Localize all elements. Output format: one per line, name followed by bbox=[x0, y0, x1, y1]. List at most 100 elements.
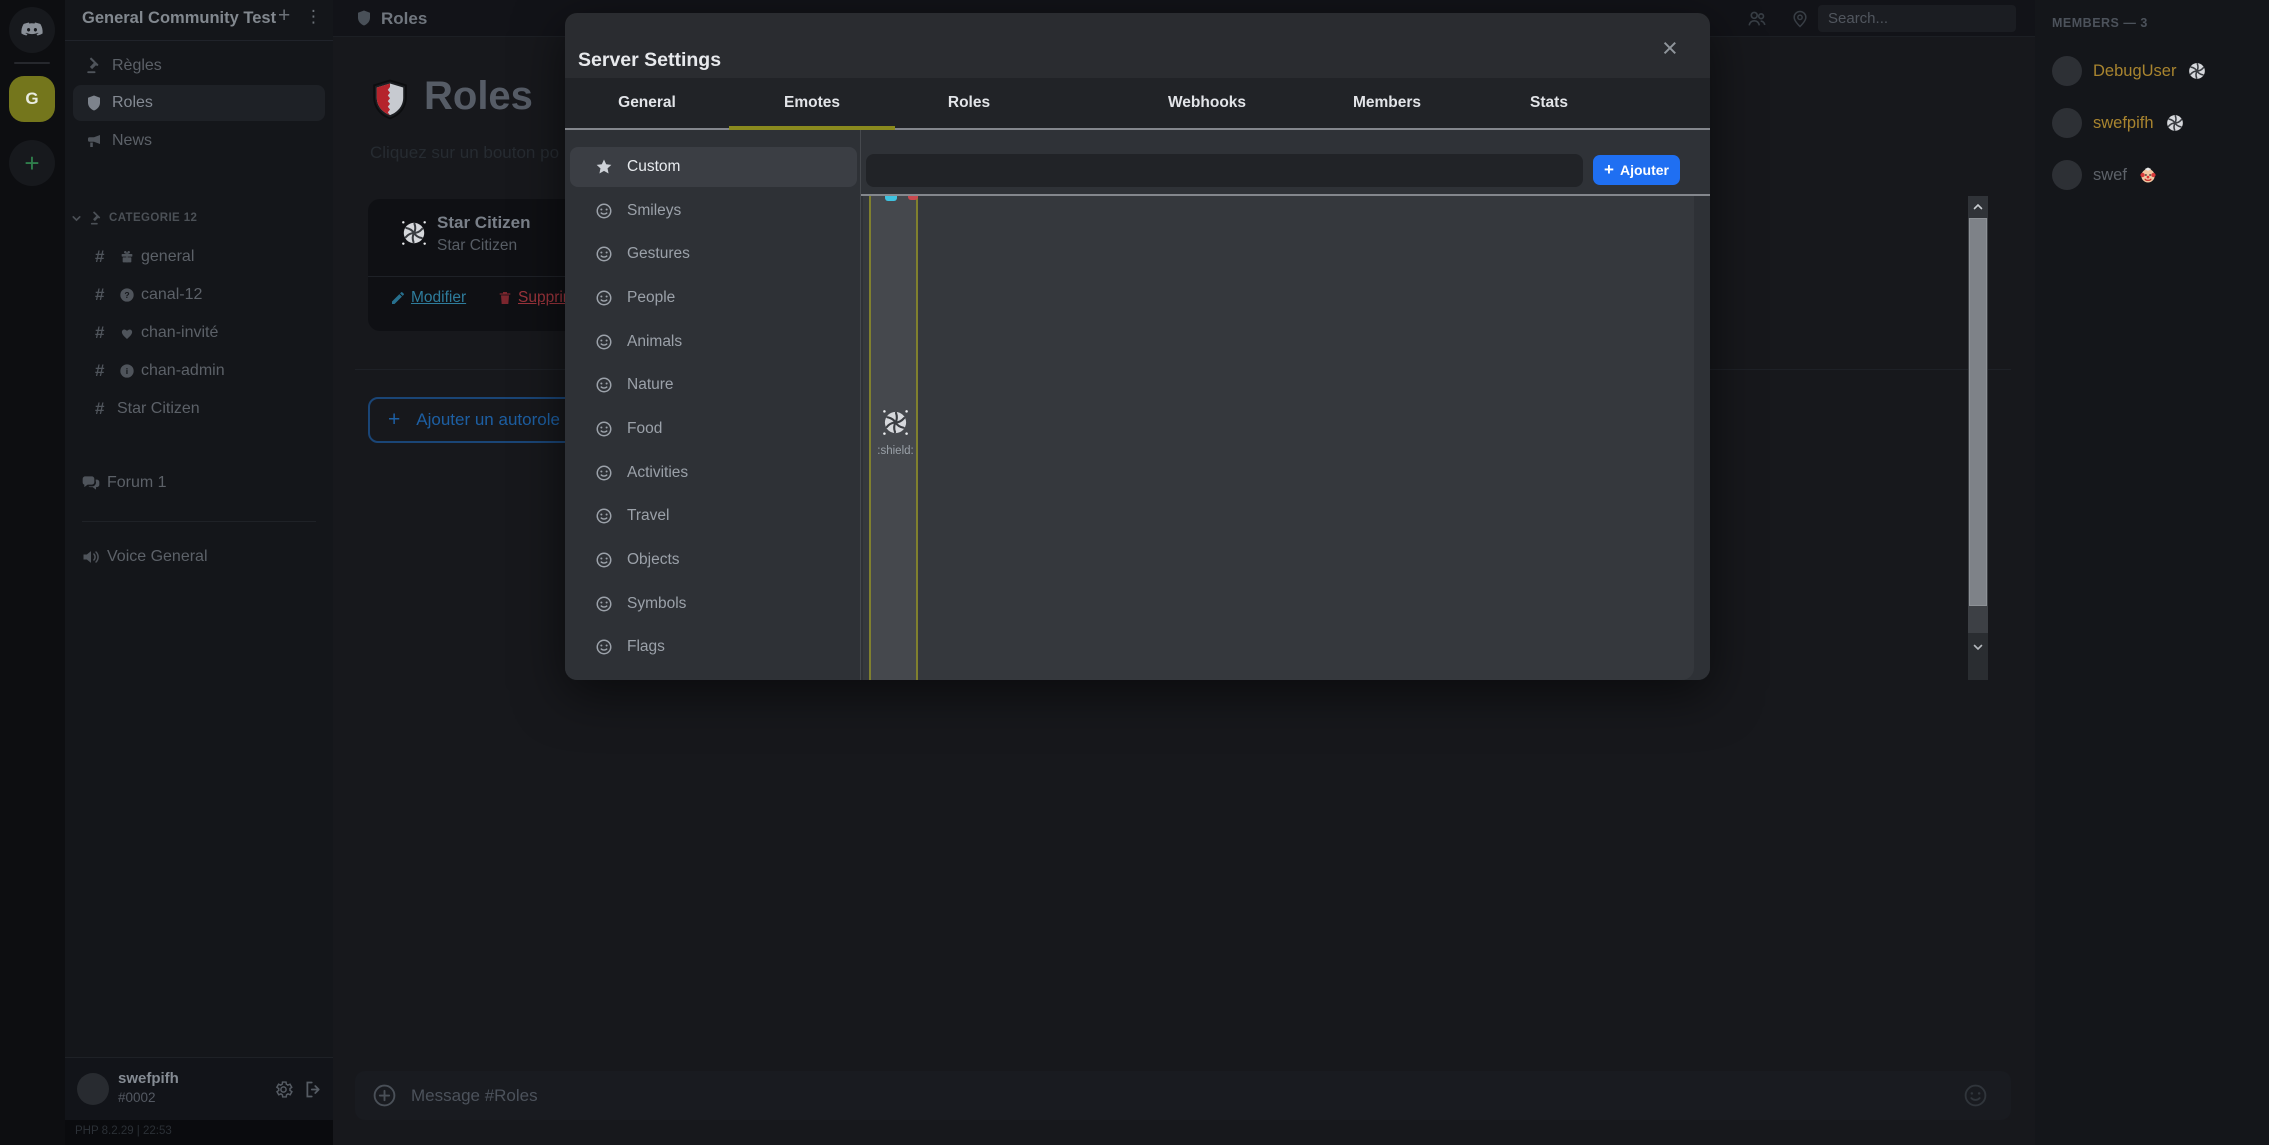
emoji-category-symbols[interactable]: Symbols bbox=[570, 584, 857, 624]
avatar bbox=[2052, 108, 2082, 138]
emoji-category-activities[interactable]: Activities bbox=[570, 453, 857, 493]
plus-icon: + bbox=[388, 408, 400, 432]
emote-column: :shield: bbox=[869, 196, 918, 680]
smiley-icon bbox=[595, 595, 613, 613]
add-server-button[interactable]: + bbox=[9, 140, 55, 186]
emoji-category-travel[interactable]: Travel bbox=[570, 496, 857, 536]
search-input[interactable] bbox=[1818, 5, 2016, 32]
emoji-category-custom[interactable]: Custom bbox=[570, 147, 857, 187]
category-label: Gestures bbox=[627, 245, 690, 263]
panel-divider bbox=[860, 130, 861, 680]
page-description: Cliquez sur un bouton po bbox=[370, 143, 559, 163]
emoji-category-gestures[interactable]: Gestures bbox=[570, 234, 857, 274]
member-row[interactable]: swef bbox=[2052, 158, 2260, 192]
sidebar-item-canal-12[interactable]: # ? canal-12 bbox=[73, 277, 325, 313]
channel-sidebar: General Community Test + ⋮ Règles Roles … bbox=[65, 0, 333, 1145]
sidebar-item-chan-invite[interactable]: # chan-invité bbox=[73, 315, 325, 351]
smiley-icon bbox=[595, 551, 613, 569]
tab-stats[interactable]: Stats bbox=[1530, 94, 1568, 112]
sidebar-item-voice-general[interactable]: Voice General bbox=[73, 538, 325, 576]
emoji-category-people[interactable]: People bbox=[570, 278, 857, 318]
hash-icon: # bbox=[95, 285, 113, 305]
category-label: People bbox=[627, 289, 675, 307]
chevron-down-icon bbox=[70, 212, 83, 225]
logout-icon[interactable] bbox=[303, 1079, 324, 1100]
home-button[interactable] bbox=[9, 7, 55, 53]
avatar bbox=[2052, 56, 2082, 86]
message-input[interactable] bbox=[411, 1079, 1891, 1112]
emoji-category-animals[interactable]: Animals bbox=[570, 322, 857, 362]
gear-icon[interactable] bbox=[273, 1079, 294, 1100]
category-label: Food bbox=[627, 420, 662, 438]
smiley-icon bbox=[595, 333, 613, 351]
sidebar-item-news[interactable]: News bbox=[73, 123, 325, 159]
emote-cell-shield[interactable]: :shield: bbox=[871, 409, 920, 457]
emote-label: :shield: bbox=[871, 445, 920, 457]
discord-logo-icon bbox=[18, 16, 46, 44]
sidebar-divider bbox=[82, 521, 316, 522]
server-icon-general-community[interactable]: G bbox=[9, 76, 55, 122]
emoji-category-nature[interactable]: Nature bbox=[570, 365, 857, 405]
modal-tab-bar: General Emotes Roles Webhooks Members St… bbox=[565, 78, 1710, 130]
category-label: CATEGORIE 12 bbox=[109, 212, 197, 224]
shield-emoji-icon bbox=[368, 78, 412, 122]
scrollbar-thumb[interactable] bbox=[1969, 218, 1987, 606]
emote-name-input[interactable] bbox=[866, 154, 1583, 187]
category-label: Travel bbox=[627, 507, 670, 525]
hash-icon: # bbox=[95, 399, 113, 419]
sidebar-item-star-citizen[interactable]: # Star Citizen bbox=[73, 391, 325, 427]
gavel-icon bbox=[89, 211, 104, 226]
tab-webhooks[interactable]: Webhooks bbox=[1168, 94, 1246, 112]
tab-general[interactable]: General bbox=[618, 94, 676, 112]
emoji-category-objects[interactable]: Objects bbox=[570, 540, 857, 580]
category-label: Smileys bbox=[627, 202, 681, 220]
sidebar-item-chan-admin[interactable]: # i chan-admin bbox=[73, 353, 325, 389]
emoji-category-smileys[interactable]: Smileys bbox=[570, 191, 857, 231]
emoji-category-flags[interactable]: Flags bbox=[570, 627, 857, 667]
server-menu-icon[interactable]: ⋮ bbox=[305, 7, 322, 27]
channel-label: News bbox=[112, 132, 152, 150]
rail-divider bbox=[14, 62, 50, 64]
scrollbar[interactable] bbox=[1968, 196, 1988, 680]
sidebar-item-roles[interactable]: Roles bbox=[73, 85, 325, 121]
tab-emotes[interactable]: Emotes bbox=[784, 94, 840, 112]
sidebar-item-general[interactable]: # general bbox=[73, 239, 325, 275]
sidebar-item-regles[interactable]: Règles bbox=[73, 48, 325, 84]
edit-role-link[interactable]: Modifier bbox=[390, 289, 466, 307]
channel-title: Roles bbox=[381, 9, 427, 29]
pinwheel-emote-icon bbox=[401, 220, 427, 246]
heart-icon bbox=[119, 325, 135, 341]
members-sidebar: MEMBERS — 3 DebugUser swefpifh swef bbox=[2035, 0, 2269, 1145]
member-row[interactable]: DebugUser bbox=[2052, 54, 2260, 88]
close-icon[interactable]: × bbox=[1662, 35, 1678, 62]
emoji-category-food[interactable]: Food bbox=[570, 409, 857, 449]
user-panel: swefpifh #0002 bbox=[65, 1057, 333, 1120]
smiley-icon bbox=[595, 420, 613, 438]
smiley-icon bbox=[595, 245, 613, 263]
channel-label: Forum 1 bbox=[107, 474, 167, 492]
channel-label: chan-invité bbox=[141, 324, 218, 342]
server-add-icon[interactable]: + bbox=[278, 4, 290, 28]
server-name[interactable]: General Community Test bbox=[82, 9, 278, 28]
channel-label: Star Citizen bbox=[117, 400, 200, 418]
sidebar-divider bbox=[65, 40, 333, 41]
category-label: Animals bbox=[627, 333, 682, 351]
server-settings-modal: Server Settings × General Emotes Roles W… bbox=[565, 13, 1710, 680]
tab-members[interactable]: Members bbox=[1353, 94, 1421, 112]
pin-icon[interactable] bbox=[1790, 9, 1810, 29]
add-emote-button[interactable]: + Ajouter bbox=[1593, 155, 1680, 185]
hash-icon: # bbox=[95, 247, 113, 267]
emoji-picker-icon[interactable] bbox=[1963, 1083, 1988, 1108]
channel-label: Roles bbox=[112, 94, 153, 112]
scroll-up-button[interactable] bbox=[1968, 196, 1988, 218]
attach-plus-icon[interactable] bbox=[372, 1083, 397, 1108]
server-rail: G + bbox=[0, 0, 65, 1145]
category-label: Nature bbox=[627, 376, 674, 394]
scroll-down-button[interactable] bbox=[1968, 633, 1988, 680]
sidebar-item-forum-1[interactable]: Forum 1 bbox=[73, 464, 325, 502]
category-categorie-12[interactable]: CATEGORIE 12 bbox=[65, 206, 333, 230]
members-icon[interactable] bbox=[1746, 8, 1768, 30]
channel-label: Voice General bbox=[107, 548, 208, 566]
tab-roles[interactable]: Roles bbox=[948, 94, 990, 112]
member-row[interactable]: swefpifh bbox=[2052, 106, 2260, 140]
